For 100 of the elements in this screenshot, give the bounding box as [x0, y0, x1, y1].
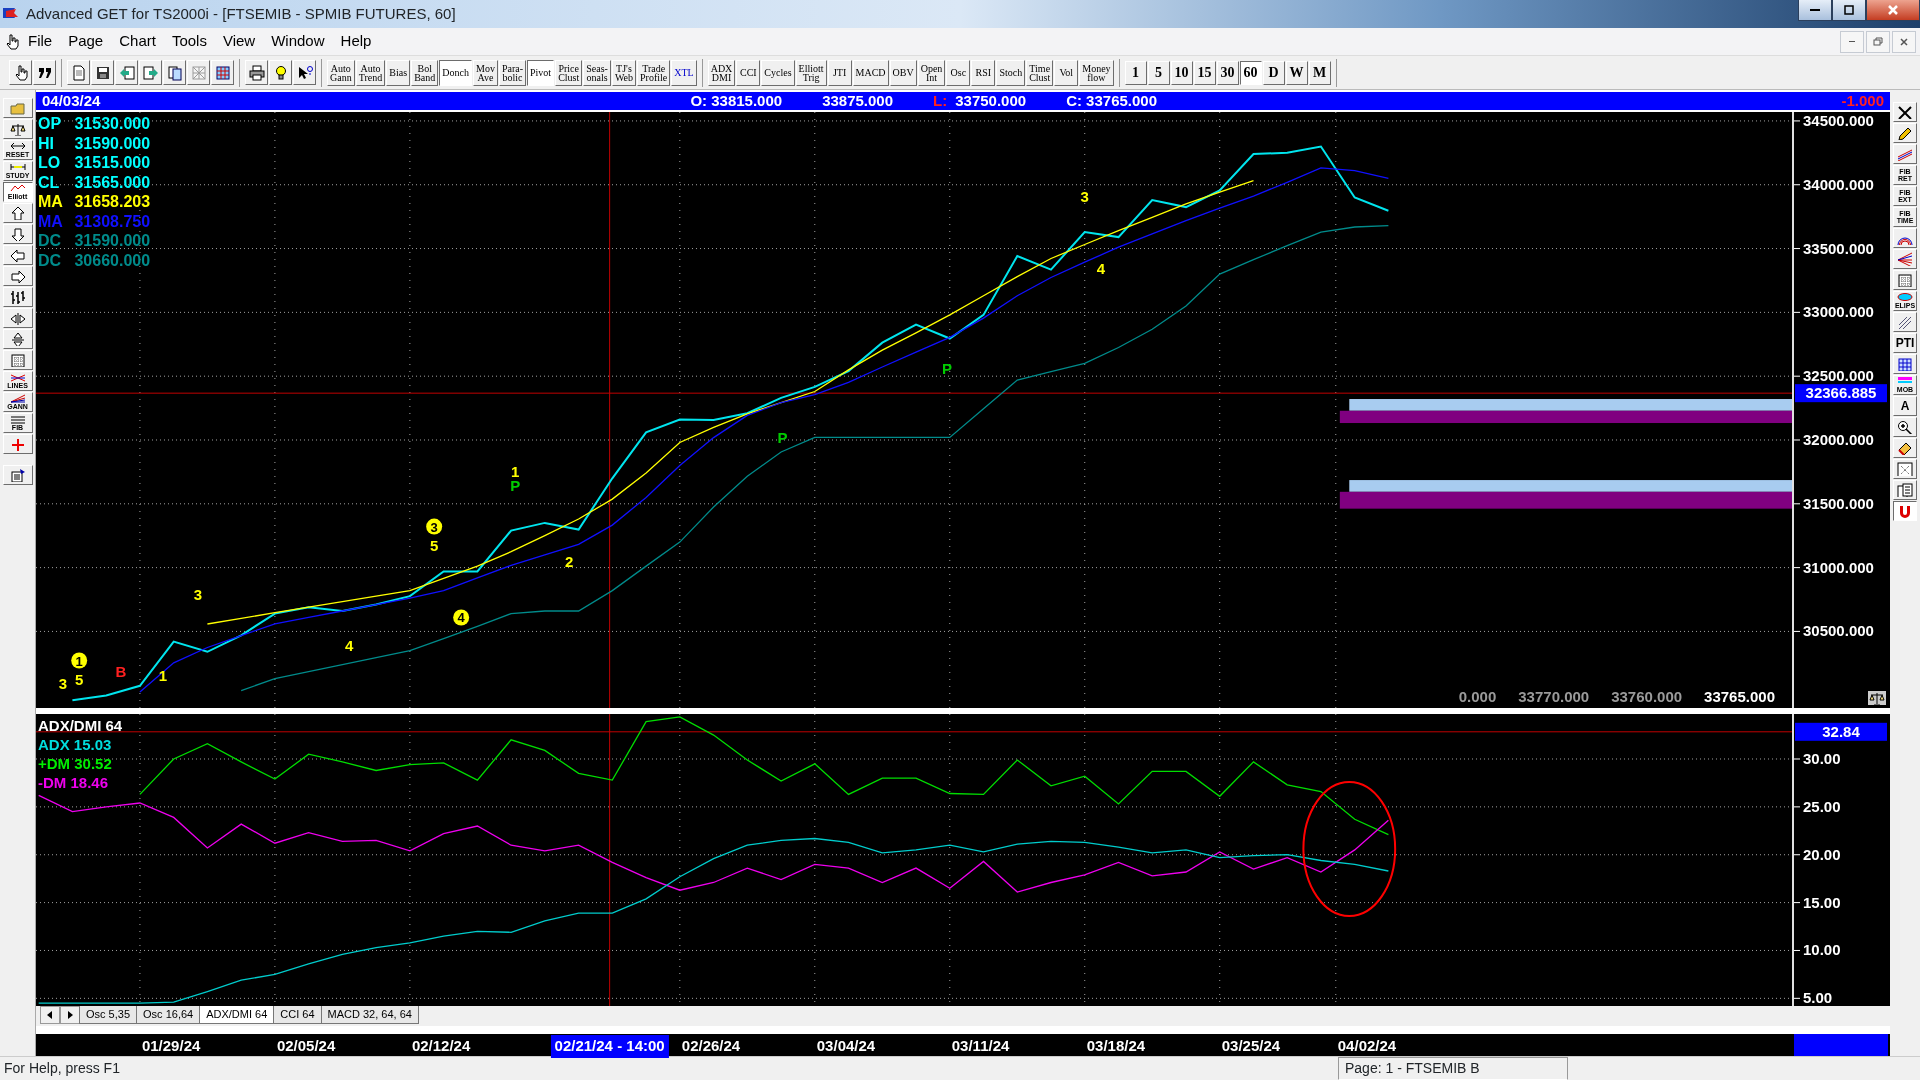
- arrow-right-button[interactable]: [2, 266, 33, 286]
- quote-button[interactable]: [33, 60, 56, 85]
- zoom-button[interactable]: [1893, 417, 1917, 437]
- axis-label: 5.00: [1803, 989, 1833, 1006]
- toolbar-button[interactable]: Vol: [1054, 59, 1079, 86]
- close-button[interactable]: [1866, 0, 1920, 21]
- toolbar-button[interactable]: Osc: [946, 59, 971, 86]
- menu-item[interactable]: Help: [332, 30, 380, 53]
- channel-button[interactable]: [1893, 144, 1917, 164]
- minimize-button[interactable]: [1798, 0, 1832, 21]
- toolbar-button[interactable]: Trade Profile: [637, 59, 671, 86]
- toolbar-button[interactable]: TJ's Web: [611, 59, 636, 86]
- pages-button[interactable]: [1893, 480, 1917, 500]
- legend-entry: MA 31658.203: [38, 192, 151, 212]
- eraser-button[interactable]: [1893, 438, 1917, 458]
- indicator-tab[interactable]: ADX/DMI 64: [199, 1006, 275, 1024]
- folder-button[interactable]: [2, 98, 33, 118]
- grid-button[interactable]: [1893, 270, 1917, 290]
- interval-button[interactable]: 5: [1147, 60, 1170, 85]
- grid-button[interactable]: [1893, 354, 1917, 374]
- crosshair-button[interactable]: [2, 434, 33, 454]
- toolbar-button[interactable]: Auto Trend: [355, 59, 386, 86]
- toolbar-button[interactable]: Donch: [439, 59, 472, 86]
- interval-button[interactable]: 15: [1193, 60, 1216, 85]
- fan-button[interactable]: [1893, 249, 1917, 269]
- pointer-button[interactable]: [9, 60, 32, 85]
- pages-button[interactable]: [163, 60, 186, 85]
- toolbar-button[interactable]: Elliott Trig: [795, 59, 827, 86]
- readout-value: 33760.000: [1611, 686, 1683, 707]
- arrow-down-button[interactable]: [2, 224, 33, 244]
- arrow-left-button[interactable]: [2, 245, 33, 265]
- text-button[interactable]: PTI: [1893, 333, 1917, 353]
- toolbar-button[interactable]: Pivot: [527, 59, 555, 86]
- zoom-icon: [1897, 420, 1913, 434]
- help-pointer-button[interactable]: [293, 60, 316, 85]
- page-button[interactable]: [67, 60, 90, 85]
- menu-item[interactable]: Window: [263, 30, 333, 53]
- toolbar-button[interactable]: Mov Ave: [473, 59, 498, 86]
- toolbar-button[interactable]: OBV: [889, 59, 917, 86]
- interval-button[interactable]: 60: [1239, 60, 1262, 85]
- bars-button[interactable]: [2, 287, 33, 307]
- expand-horizontal-button[interactable]: [2, 308, 33, 328]
- toolbar-button[interactable]: Bol Band: [411, 59, 439, 86]
- pencil-button[interactable]: [1893, 123, 1917, 143]
- toolbar-button[interactable]: Para-bolic: [498, 59, 526, 86]
- toolbar-button[interactable]: Auto Gann: [327, 59, 355, 86]
- toolbar-button[interactable]: Price Clust: [555, 59, 583, 86]
- toolbar-button[interactable]: Cycles: [761, 59, 795, 86]
- restore-icon: [1872, 35, 1884, 48]
- expand-vertical-button[interactable]: [2, 329, 33, 349]
- date-label: 03/04/24: [815, 1036, 876, 1056]
- arc-button[interactable]: [1893, 228, 1917, 248]
- menu-item[interactable]: Page: [60, 30, 112, 53]
- printer-button[interactable]: [245, 60, 268, 85]
- grid-button[interactable]: [2, 350, 33, 370]
- menu-item[interactable]: Tools: [163, 30, 215, 53]
- interval-button[interactable]: 30: [1216, 60, 1239, 85]
- grid-button[interactable]: [211, 60, 234, 85]
- toolbar-button[interactable]: Seas-onals: [583, 59, 611, 86]
- interval-button[interactable]: D: [1262, 60, 1285, 85]
- bulb-button[interactable]: [269, 60, 292, 85]
- document-arrow-button[interactable]: [115, 60, 138, 85]
- pattern-icon: [1897, 462, 1913, 476]
- toolbar-button[interactable]: XTL: [671, 59, 697, 86]
- indicator-tab[interactable]: CCI 64: [273, 1006, 322, 1024]
- scales-button[interactable]: [2, 119, 33, 139]
- menu-item[interactable]: File: [20, 30, 61, 53]
- document-arrow-button[interactable]: [139, 60, 162, 85]
- toolbar-button[interactable]: MACD: [852, 59, 889, 86]
- toolbar-button[interactable]: Open Int: [917, 59, 946, 86]
- indicator-tab[interactable]: Osc 5,35: [79, 1006, 138, 1024]
- interval-button[interactable]: M: [1308, 60, 1331, 85]
- toolbar-button[interactable]: CCI: [736, 59, 761, 86]
- arrow-up-button[interactable]: [2, 203, 33, 223]
- toolbar-button[interactable]: Stoch: [996, 59, 1026, 86]
- toolbar-button[interactable]: JTI: [827, 59, 852, 86]
- scroll-right-button[interactable]: [60, 1006, 80, 1024]
- magnet-button[interactable]: [1893, 501, 1917, 521]
- axis-label: 34500.000: [1803, 112, 1874, 129]
- menu-item[interactable]: View: [214, 30, 264, 53]
- toolbar-button[interactable]: ADX DMI: [707, 59, 736, 86]
- maximize-button[interactable]: [1832, 0, 1866, 21]
- text-button[interactable]: A: [1893, 396, 1917, 416]
- scroll-left-button[interactable]: [40, 1006, 60, 1024]
- toolbar-button[interactable]: RSI: [971, 59, 996, 86]
- menu-item[interactable]: Chart: [111, 30, 164, 53]
- ref-line-label: 32.84: [1822, 722, 1861, 740]
- diagonal-lines-button[interactable]: [1893, 312, 1917, 332]
- indicator-tab[interactable]: Osc 16,64: [136, 1006, 201, 1024]
- disk-button[interactable]: [91, 60, 114, 85]
- indicator-tab[interactable]: MACD 32, 64, 64: [320, 1006, 419, 1024]
- properties-button[interactable]: [2, 465, 33, 485]
- interval-button[interactable]: 1: [1124, 60, 1147, 85]
- interval-button[interactable]: 10: [1170, 60, 1193, 85]
- page-indicator: Page: 1 - FTSEMIB B: [1338, 1057, 1568, 1080]
- interval-button[interactable]: W: [1285, 60, 1308, 85]
- pattern-button[interactable]: [1893, 459, 1917, 479]
- toolbar-button[interactable]: Money flow: [1079, 59, 1114, 86]
- toolbar-button[interactable]: Bias: [386, 59, 411, 86]
- toolbar-button[interactable]: Time Clust: [1026, 59, 1054, 86]
